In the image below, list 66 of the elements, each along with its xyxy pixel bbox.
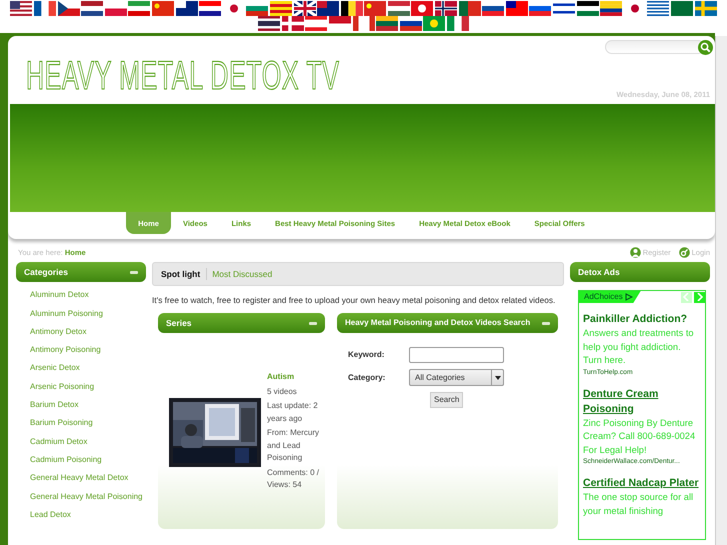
flag-icon[interactable]	[458, 1, 481, 16]
flag-icon[interactable]	[576, 1, 599, 16]
category-link[interactable]: Aluminum Detox	[16, 289, 146, 300]
category-link[interactable]: Barium Poisoning	[16, 417, 146, 428]
ad-text: Answers and treatments to help you fight addiction. Turn here.	[583, 327, 695, 367]
flag-icon[interactable]	[671, 1, 694, 16]
flag-icon[interactable]	[435, 1, 458, 16]
flag-icon[interactable]	[258, 16, 280, 31]
intro-text: It's free to watch, free to register and free to upload your own heavy metal poisoning and detox related videos.	[152, 294, 556, 306]
scroll-bar[interactable]	[715, 36, 727, 545]
category-link[interactable]: Cadmium Poisoning	[16, 454, 146, 465]
panel-title: Series	[166, 317, 192, 330]
series-title[interactable]: Autism	[267, 371, 319, 384]
panel-title: Categories	[24, 266, 68, 278]
flag-icon[interactable]	[176, 1, 198, 16]
site-title: HEAVY METAL DETOX TV	[26, 56, 340, 96]
ad-headline[interactable]: Certified Nadcap Plater	[583, 476, 701, 491]
panel-title: Heavy Metal Poisoning and Detox Videos Search	[345, 317, 530, 330]
field-label: Category:	[348, 372, 386, 384]
source-text: From: Mercury and Lead Poisoning	[267, 427, 319, 464]
flag-icon[interactable]	[317, 1, 340, 16]
category-link[interactable]: Antimony Poisoning	[16, 344, 146, 356]
flag-icon[interactable]	[81, 1, 104, 16]
field-label: Keyword:	[348, 349, 386, 362]
category-link[interactable]: Aluminum Poisoning	[16, 308, 146, 319]
category-link[interactable]: Arsenic Poisoning	[16, 380, 146, 392]
category-link[interactable]: Antimony Detox	[16, 326, 146, 337]
keyword-field[interactable]	[409, 347, 504, 364]
category-link[interactable]: Lead Detox	[16, 508, 146, 520]
collapse-icon[interactable]	[130, 270, 138, 274]
category-link[interactable]: General Heavy Metal Poisoning	[16, 490, 146, 502]
flag-icon[interactable]	[10, 1, 32, 16]
collapse-icon[interactable]	[309, 322, 317, 325]
ad-text: The one stop source for all your metal finishing	[583, 491, 694, 518]
flag-icon[interactable]	[506, 1, 528, 16]
flag-icon[interactable]	[199, 1, 222, 16]
flag-icon[interactable]	[340, 1, 363, 16]
adchoices-label[interactable]: AdChoices	[579, 291, 641, 303]
flag-icon[interactable]	[58, 1, 80, 16]
category-dropdown[interactable]: All Categories	[409, 369, 504, 386]
category-link[interactable]: Arsenic Detox	[16, 362, 146, 374]
update-text: Last update: 2 years ago	[267, 400, 319, 425]
collapse-icon[interactable]	[542, 322, 550, 325]
panel-title: Detox Ads	[578, 266, 620, 278]
video-count: 5 videos	[267, 386, 298, 398]
category-link[interactable]: General Heavy Metal Detox	[16, 472, 146, 484]
search-icon[interactable]	[698, 40, 713, 55]
user-icon	[630, 247, 641, 258]
caret-icon	[494, 376, 500, 380]
key-icon	[678, 247, 690, 258]
category-link[interactable]: Barium Detox	[16, 399, 146, 410]
ad-headline[interactable]: Painkiller Addiction?	[583, 312, 701, 327]
content-tab[interactable]: Spot light	[161, 268, 208, 280]
category-link[interactable]: Cadmium Detox	[16, 436, 146, 447]
flag-icon[interactable]	[647, 1, 670, 16]
ad-text: Zinc Poisoning By Denture Cream? Call 800-689-0024 For Legal Help!	[583, 416, 696, 457]
flag-icon[interactable]	[600, 1, 622, 16]
flag-icon[interactable]	[553, 1, 576, 16]
flag-icon[interactable]	[376, 16, 398, 31]
stats-text: Comments: 0 / Views: 54	[267, 466, 319, 492]
content-tab[interactable]: Most Discussed	[212, 268, 278, 280]
ad-headline[interactable]: Denture Cream Poisoning	[583, 386, 701, 416]
play-icon	[624, 293, 633, 301]
flag-icon[interactable]	[34, 1, 56, 16]
search-button[interactable]: Search	[430, 392, 464, 408]
flag-icon[interactable]	[294, 1, 316, 16]
